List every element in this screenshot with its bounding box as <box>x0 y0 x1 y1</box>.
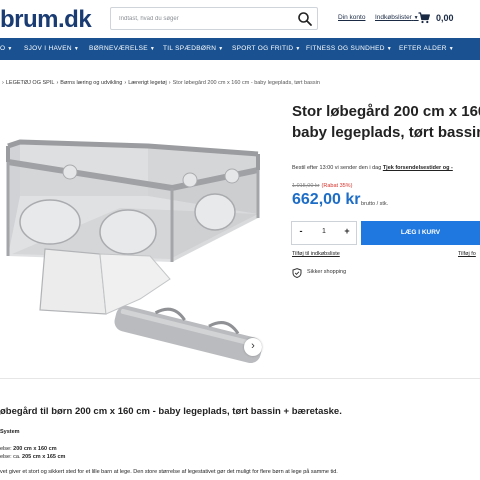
cart-total[interactable]: 0,00 <box>436 13 454 23</box>
old-price-value: 1.015,00 kr <box>292 183 320 189</box>
nav-item-label: SJOV I HAVEN <box>24 45 72 52</box>
description-text: vet giver et stort og sikkert sted for e… <box>0 469 338 475</box>
quantity-increase-button[interactable]: + <box>340 226 354 236</box>
nav-item-sjov-i-haven[interactable]: SJOV I HAVEN ▼ <box>24 45 79 52</box>
shipping-info: Bestil efter 13:00 vi sender den i dag T… <box>292 165 453 171</box>
quantity-decrease-button[interactable]: - <box>294 226 308 236</box>
description-size-value: 200 cm x 160 cm <box>13 446 57 452</box>
search-input[interactable] <box>119 12 289 26</box>
breadcrumb-separator: › <box>124 80 127 86</box>
breadcrumb-separator: › <box>56 80 59 86</box>
secure-shopping-label: Sikker shopping <box>307 269 347 275</box>
description-line: else: 200 cm x 160 cm <box>0 446 57 452</box>
price-unit: brutto / stk. <box>361 201 389 207</box>
chevron-down-icon: ▼ <box>73 46 80 52</box>
secure-shopping: Sikker shopping <box>292 267 480 281</box>
nav-item-fitness-og-sundhed[interactable]: FITNESS OG SUNDHED ▼ <box>306 45 392 52</box>
product-title-line: baby legeplads, tørt bassin <box>292 124 480 141</box>
description-size-label: else: <box>0 446 12 452</box>
description-system: System <box>0 429 20 435</box>
description-line: else: ca. 205 cm x 165 cm <box>0 454 65 460</box>
section-divider <box>0 378 480 379</box>
chevron-down-icon: ▼ <box>7 46 13 52</box>
description-line: System <box>0 429 20 435</box>
breadcrumb-separator: › <box>168 80 171 86</box>
chevron-down-icon: ▼ <box>149 46 156 52</box>
quantity-input[interactable]: 1 <box>316 228 332 235</box>
nav-item-label: O <box>0 45 6 52</box>
description-inner-label: else: ca. <box>0 454 21 460</box>
breadcrumb-item[interactable]: Lærerigt legetøj <box>128 80 167 86</box>
cart-icon[interactable] <box>418 12 430 24</box>
breadcrumb-item[interactable]: Børns læring og udvikling <box>60 80 122 86</box>
nav-item-label: SPORT OG FRITID <box>232 45 294 52</box>
product-title-line: Stor løbegård 200 cm x 160 cm <box>292 103 480 120</box>
nav-item-efter-alder[interactable]: EFTER ALDER ▼ <box>399 45 454 52</box>
chevron-right-icon[interactable]: › <box>244 338 262 356</box>
nav-item-label: FITNESS OG SUNDHED <box>306 45 385 52</box>
add-to-list-link-secondary[interactable]: Tilføj fo <box>458 251 476 257</box>
nav-item-sport-og-fritid[interactable]: SPORT OG FRITID ▼ <box>232 45 301 52</box>
chevron-down-icon: ▼ <box>386 46 392 52</box>
nav-item-o[interactable]: O ▼ <box>0 45 13 52</box>
nav-item-label: EFTER ALDER <box>399 45 447 52</box>
site-logo[interactable]: brum.dk <box>0 6 92 34</box>
breadcrumb-separator: › <box>2 80 4 86</box>
product-gallery[interactable]: › <box>0 104 270 374</box>
search-icon[interactable] <box>297 11 313 27</box>
description-inner-value: 205 cm x 165 cm <box>22 454 66 460</box>
product-title: Stor løbegård 200 cm x 160 cm baby legep… <box>292 101 480 143</box>
quantity-stepper: - 1 + <box>291 221 357 245</box>
breadcrumb-current: Stor løbegård 200 cm x 160 cm - baby leg… <box>172 80 320 86</box>
nav-item-label: BØRNEVÆRELSE <box>89 45 148 52</box>
old-price: 1.015,00 kr (Rabat 35%) <box>292 183 352 189</box>
breadcrumb: › LEGETØJ OG SPIL › Børns læring og udvikli… <box>0 80 480 86</box>
breadcrumb-item[interactable]: LEGETØJ OG SPIL <box>6 80 55 86</box>
nav-item-label: TIL SPÆDBØRN <box>163 45 217 52</box>
description-heading: øbegård til børn 200 cm x 160 cm - baby … <box>0 406 342 417</box>
search-bar[interactable] <box>110 7 318 30</box>
chevron-down-icon: ▼ <box>295 46 301 52</box>
chevron-down-icon: ▼ <box>218 46 224 52</box>
add-to-list-link[interactable]: Tilføj til indkøbsliste <box>292 251 340 257</box>
account-link[interactable]: Din konto <box>338 14 365 21</box>
nav-item-borneverelse[interactable]: BØRNEVÆRELSE ▼ <box>89 45 155 52</box>
nav-item-til-spaedborn[interactable]: TIL SPÆDBØRN ▼ <box>163 45 223 52</box>
shipping-link[interactable]: Tjek forsendelsestider og - <box>383 165 453 171</box>
add-to-cart-button[interactable]: LÆG I KURV <box>361 221 480 245</box>
discount-badge: (Rabat 35%) <box>321 183 353 189</box>
product-image <box>6 139 263 364</box>
shipping-text: Bestil efter 13:00 vi sender den i dag <box>292 165 382 171</box>
site-header: brum.dk Din konto Indkøbslister ▼ 0,00 <box>0 0 480 38</box>
wishlist-link[interactable]: Indkøbslister ▼ <box>375 14 419 21</box>
shield-icon <box>292 268 302 278</box>
product-price: 662,00 kr <box>292 191 361 208</box>
main-nav: O ▼ SJOV I HAVEN ▼ BØRNEVÆRELSE ▼ TIL SPÆDB… <box>0 38 480 60</box>
wishlist-link-label: Indkøbslister <box>375 14 412 21</box>
chevron-down-icon: ▼ <box>448 46 454 52</box>
